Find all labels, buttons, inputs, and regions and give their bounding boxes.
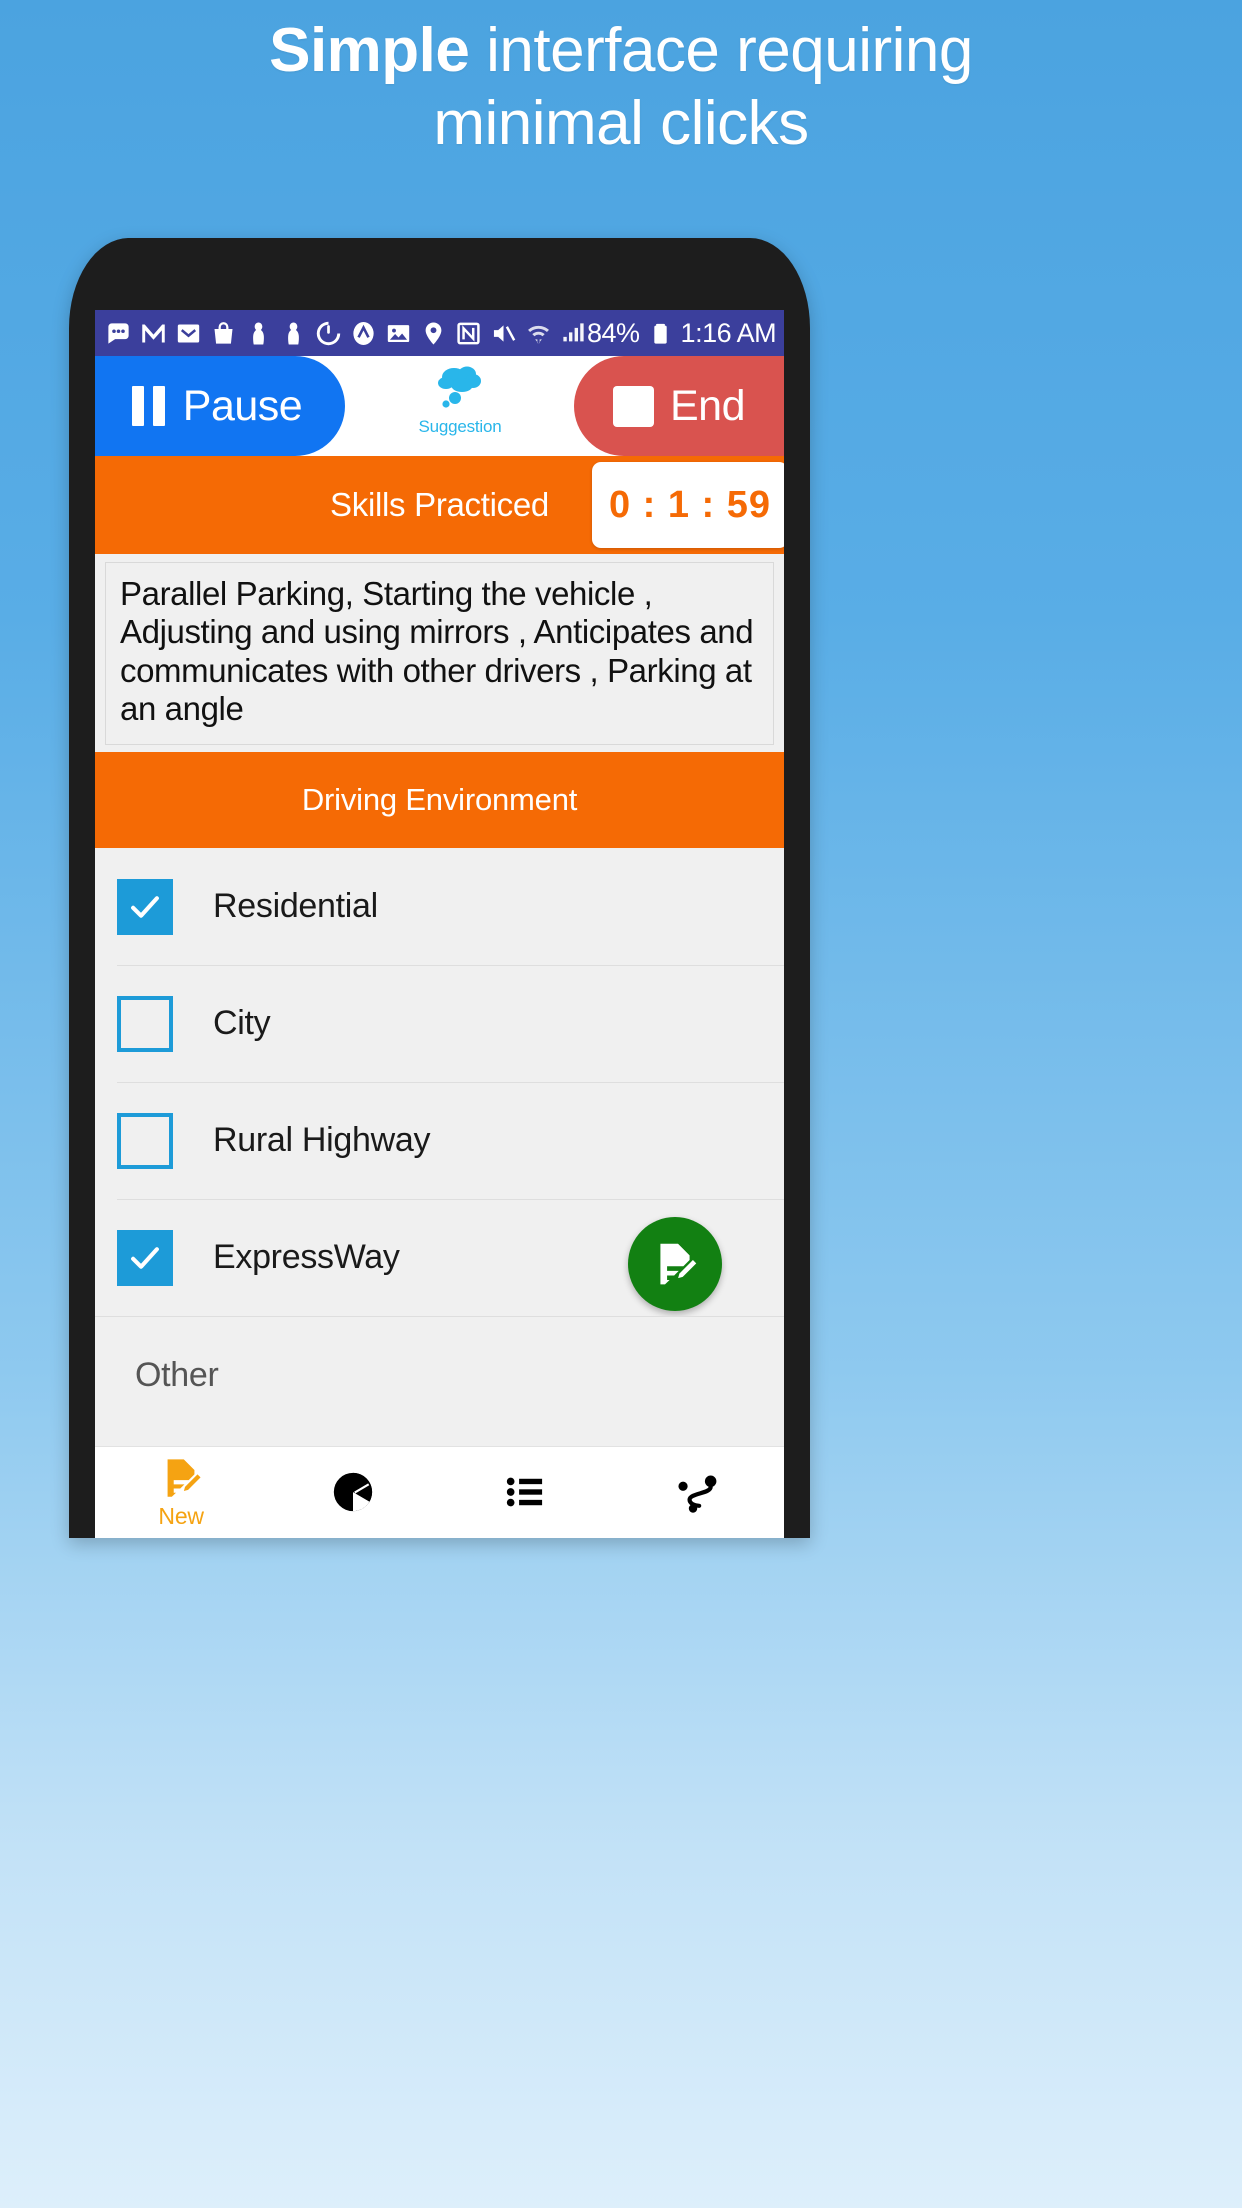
promo-headline-bold: Simple [269,16,470,85]
other-label: Other [135,1356,219,1395]
suggestion-button[interactable]: Suggestion [412,360,508,437]
note-edit-icon [660,1243,697,1285]
nfc-icon [455,320,482,347]
status-bar-notification-icons [105,320,587,347]
driving-environment-header: Driving Environment [95,752,784,849]
nav-item-label: New [158,1503,204,1529]
thought-cloud-icon [429,360,491,416]
promo-headline-line1: Simple interface requiring [0,14,1242,87]
email-envelope-icon [175,320,202,347]
messages-dots-icon [105,320,132,347]
battery-full-icon [647,320,674,347]
session-timer: 0 : 1 : 59 [592,462,784,548]
promo-headline: Simple interface requiring minimal click… [0,14,1242,160]
nav-item-list[interactable] [440,1469,612,1517]
pause-icon [131,386,165,426]
suggestion-label: Suggestion [418,417,502,436]
phone-mockup: 84% 1:16 AM Pause Suggestion End Skills … [69,238,810,1538]
skills-practiced-bar: Skills Practiced 0 : 1 : 59 [95,456,784,554]
checkbox-expressway[interactable] [117,1229,173,1286]
end-button-label: End [669,381,746,430]
phone-screen: 84% 1:16 AM Pause Suggestion End Skills … [95,310,784,1538]
status-bar-system-icons: 84% 1:16 AM [587,317,777,349]
note-edit-icon [158,1455,204,1501]
route-path-icon [675,1469,721,1515]
list-item[interactable]: City [95,965,784,1082]
status-bar-clock: 1:16 AM [680,317,777,348]
promo-headline-line2: minimal clicks [433,89,809,159]
stop-square-icon [612,385,654,427]
cell-signal-icon [560,320,587,347]
person-icon-2 [280,320,307,347]
skills-practiced-text[interactable]: Parallel Parking, Starting the vehicle ,… [105,562,774,746]
list-item-label: ExpressWay [213,1238,400,1277]
shopping-bag-icon [210,320,237,347]
checkbox-residential[interactable] [117,878,173,935]
session-action-bar: Pause Suggestion End [95,356,784,456]
wifi-transfer-icon [525,320,552,347]
status-bar: 84% 1:16 AM [95,310,784,356]
photo-image-icon [385,320,412,347]
nav-item-route[interactable] [612,1469,784,1517]
bottom-navigation: New [95,1446,784,1538]
person-icon [245,320,272,347]
gmail-icon [140,320,167,347]
end-button[interactable]: End [574,356,784,456]
pause-button[interactable]: Pause [95,356,345,456]
list-item[interactable]: Residential [95,848,784,965]
skills-text-container: Parallel Parking, Starting the vehicle ,… [95,554,784,753]
nav-item-new[interactable]: New [95,1455,267,1530]
other-row[interactable]: Other [95,1316,784,1435]
list-bullets-icon [503,1469,549,1515]
pause-button-label: Pause [182,381,303,430]
driving-environment-list: Residential City Rural Highway ExpressWa… [95,848,784,1435]
checkbox-rural-highway[interactable] [117,1112,173,1169]
battery-percent-label: 84% [587,317,640,348]
nav-item-stats[interactable] [267,1469,439,1517]
list-item[interactable]: ExpressWay [95,1199,784,1316]
location-pin-icon [420,320,447,347]
pie-chart-icon [330,1469,376,1515]
checkbox-city[interactable] [117,995,173,1052]
session-timer-value: 0 : 1 : 59 [608,483,772,526]
adaway-icon [350,320,377,347]
power-clock-icon [315,320,342,347]
new-note-fab[interactable] [628,1217,722,1312]
list-item[interactable]: Rural Highway [95,1082,784,1199]
list-item-label: City [213,1004,271,1043]
list-item-label: Rural Highway [213,1121,431,1160]
mute-volume-icon [490,320,517,347]
promo-headline-rest: interface requiring [469,16,973,85]
list-item-label: Residential [213,887,378,926]
